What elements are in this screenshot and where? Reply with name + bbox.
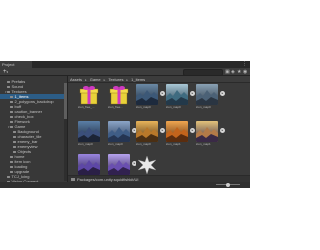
chevron-right-icon: ▸ (125, 78, 130, 82)
breadcrumb-game[interactable]: Game (90, 77, 101, 82)
tab-label: Project (2, 62, 15, 67)
expand-arrow-icon[interactable]: ▸ (190, 91, 195, 96)
folder-tree: Prefabs Sound ▾ Textures 1_items 2_polygons_b… (0, 76, 72, 188)
asset-thumbnail[interactable] (136, 154, 158, 175)
eye-icon[interactable]: ◉ (243, 68, 247, 76)
folder-icon (10, 155, 13, 159)
breadcrumb-textures[interactable]: Textures (108, 77, 123, 82)
scene-icon[interactable]: ▣ (225, 68, 230, 76)
asset-thumbnail[interactable] (196, 121, 218, 142)
asset-label: icon_map1 (166, 143, 181, 146)
asset-thumbnail[interactable] (196, 84, 218, 105)
asset-label: icon_map0 (136, 106, 151, 109)
folder-icon (10, 165, 13, 169)
asset-label: icon_map0 (78, 143, 93, 146)
asset-thumbnail[interactable] (166, 121, 188, 142)
expand-arrow-icon[interactable]: ▸ (160, 91, 165, 96)
expand-arrow-icon[interactable]: ▸ (190, 128, 195, 133)
folder-icon (10, 110, 13, 114)
asset-label: icon_free... (108, 106, 123, 109)
folder-icon (13, 150, 16, 154)
folder-icon (10, 105, 13, 109)
chevron-down-icon: ▾ (6, 70, 9, 74)
folder-icon (10, 170, 13, 174)
breadcrumb-1-items[interactable]: 1_items (131, 77, 145, 82)
folder-icon (7, 90, 10, 94)
folder-icon (10, 115, 13, 119)
asset-thumbnail[interactable] (78, 154, 100, 175)
project-window: Project ⋮ +▾ ▣ ◈ ★ ◉ Prefabs Sound ▾ Textur… (0, 61, 250, 188)
folder-icon (13, 145, 16, 149)
folder-icon (13, 140, 16, 144)
asset-thumbnail[interactable] (108, 154, 130, 175)
asset-label: icon_map1 (196, 143, 211, 146)
expand-arrow-icon[interactable]: ▸ (220, 91, 225, 96)
breadcrumb: Assets ▸ Game ▸ Textures ▸ 1_items (68, 76, 250, 83)
asset-thumbnail[interactable] (78, 121, 100, 142)
asset-grid: Assets ▸ Game ▸ Textures ▸ 1_items icon_… (68, 76, 250, 188)
tab-bar: Project ⋮ (0, 61, 250, 68)
expand-arrow-icon[interactable]: ▸ (160, 128, 165, 133)
folder-icon (71, 178, 75, 182)
folder-icon (10, 100, 13, 104)
add-button[interactable]: +▾ (3, 68, 8, 76)
chevron-right-icon: ▸ (84, 78, 88, 82)
asset-label: icon_map0 (108, 143, 123, 146)
chevron-right-icon: ▸ (102, 78, 107, 82)
tag-icon[interactable]: ◈ (231, 68, 235, 76)
zoom-slider-knob[interactable] (226, 182, 230, 187)
asset-thumbnail[interactable] (78, 84, 100, 105)
asset-thumbnail[interactable] (166, 84, 188, 105)
bottom-bar (0, 182, 250, 188)
asset-label: icon_free_... (78, 106, 95, 109)
ellipsis-icon[interactable]: ⋮ (242, 61, 247, 68)
search-input[interactable] (183, 69, 223, 76)
asset-thumbnail[interactable] (136, 84, 158, 105)
folder-icon (10, 160, 13, 164)
tab-project[interactable]: Project (0, 61, 32, 68)
asset-thumbnail[interactable] (136, 121, 158, 142)
folder-icon (10, 125, 13, 129)
folder-icon (13, 135, 16, 139)
toolbar: +▾ ▣ ◈ ★ ◉ (0, 68, 250, 76)
folder-icon (7, 80, 10, 84)
folder-icon (13, 130, 16, 134)
star-icon[interactable]: ★ (237, 68, 241, 76)
folder-icon (7, 85, 10, 89)
folder-icon (10, 95, 13, 99)
folder-icon (7, 175, 10, 179)
expand-arrow-icon[interactable]: ▸ (220, 128, 225, 133)
asset-label: icon_map0 (166, 106, 181, 109)
asset-label: icon_map0 (196, 106, 211, 109)
asset-label: icon_map0 (136, 143, 151, 146)
folder-icon (10, 120, 13, 124)
breadcrumb-assets[interactable]: Assets (70, 77, 82, 82)
asset-thumbnail[interactable] (108, 84, 130, 105)
asset-thumbnail[interactable] (108, 121, 130, 142)
